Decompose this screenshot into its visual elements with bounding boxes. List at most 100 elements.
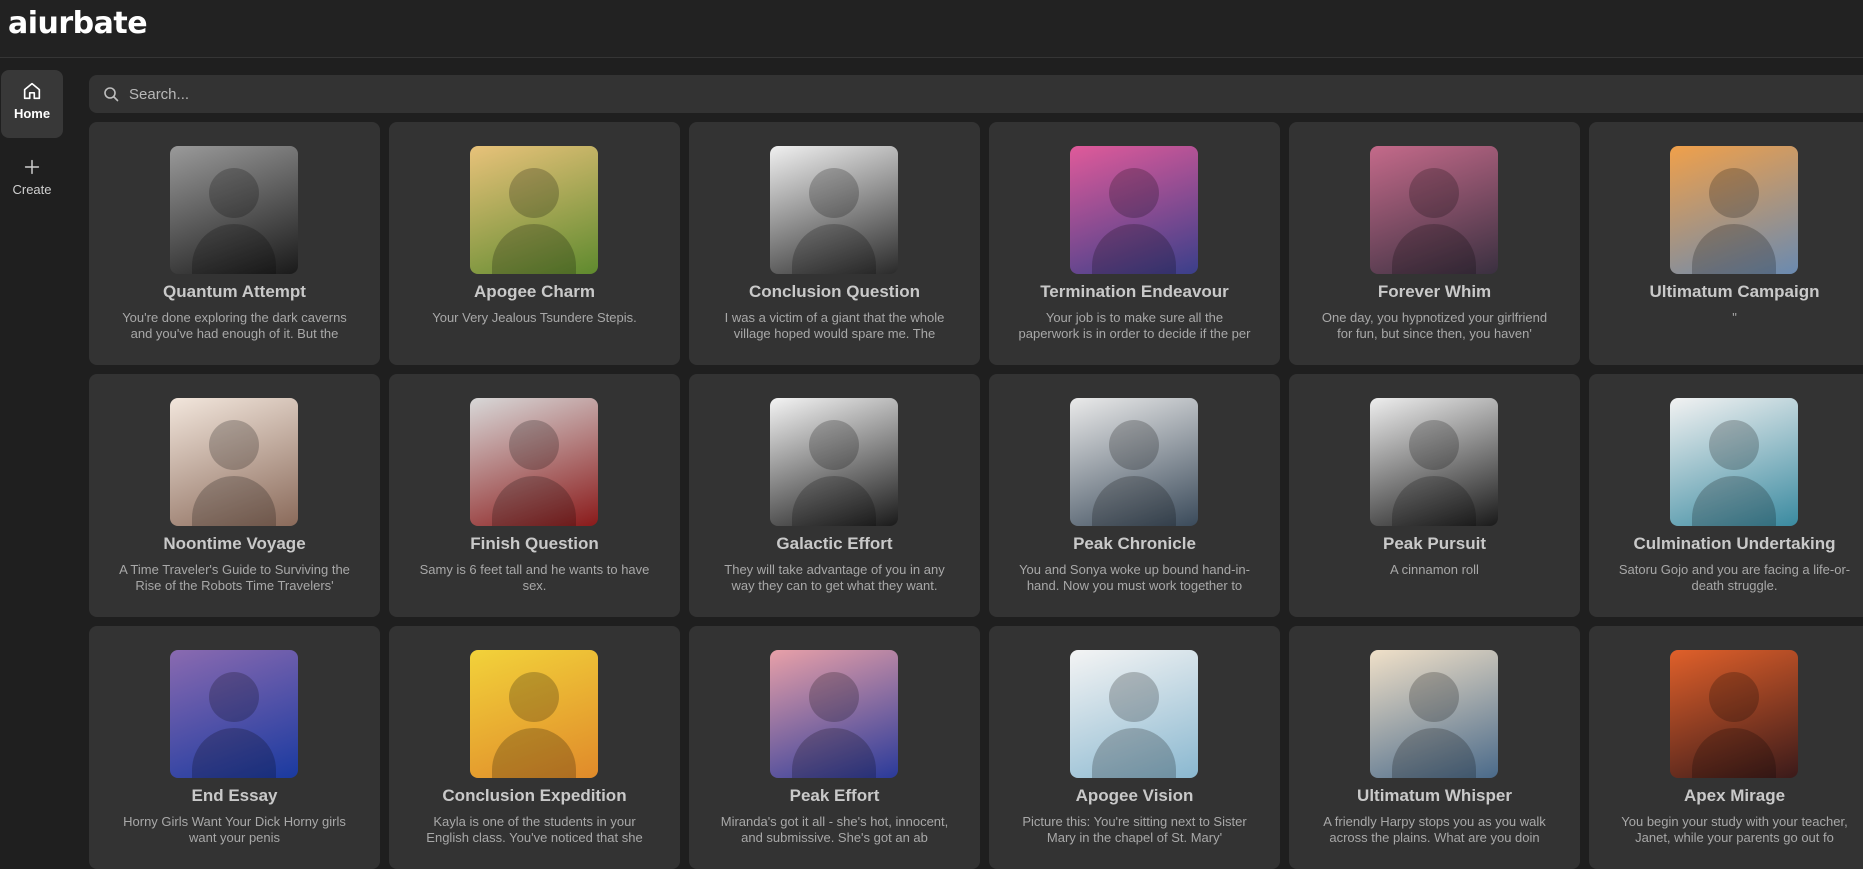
avatar-silhouette-body <box>1692 728 1776 778</box>
character-name: Apex Mirage <box>1683 786 1786 805</box>
character-name: Conclusion Question <box>749 282 920 301</box>
avatar-silhouette-body <box>1692 476 1776 526</box>
avatar-silhouette <box>209 420 259 470</box>
character-avatar <box>1070 650 1198 778</box>
avatar-silhouette-body <box>1392 476 1476 526</box>
character-name: Apogee Vision <box>1075 786 1194 805</box>
character-avatar <box>770 146 898 274</box>
character-card[interactable]: Quantum Attempt You're done exploring the… <box>89 122 380 365</box>
character-card[interactable]: Peak Effort Miranda's got it all - she's … <box>689 626 980 869</box>
avatar-silhouette-body <box>1392 224 1476 274</box>
character-avatar <box>1070 398 1198 526</box>
avatar-silhouette-body <box>192 476 276 526</box>
plus-icon <box>24 159 40 175</box>
character-card[interactable]: Conclusion Question I was a victim of a g… <box>689 122 980 365</box>
sidebar-item-home[interactable]: Home <box>1 70 63 138</box>
character-description: I was a victim of a giant that the whole… <box>724 310 945 341</box>
character-avatar <box>1370 146 1498 274</box>
character-description: They will take advantage of you in any w… <box>724 562 945 593</box>
character-description: You and Sonya woke up bound hand-in-hand… <box>1019 562 1250 593</box>
home-icon <box>23 82 41 100</box>
character-description: Your job is to make sure all the paperwo… <box>1018 310 1251 341</box>
sidebar-item-label: Home <box>13 106 51 121</box>
character-avatar <box>170 650 298 778</box>
avatar-silhouette-body <box>1392 728 1476 778</box>
avatar-silhouette <box>809 168 859 218</box>
character-card[interactable]: Ultimatum Campaign " <box>1589 122 1863 365</box>
avatar-silhouette <box>1709 168 1759 218</box>
character-name: Forever Whim <box>1377 282 1492 301</box>
avatar-silhouette <box>1109 672 1159 722</box>
character-card[interactable]: End Essay Horny Girls Want Your Dick Horn… <box>89 626 380 869</box>
character-avatar <box>470 398 598 526</box>
character-avatar <box>1370 398 1498 526</box>
app-logo[interactable]: aiurbate <box>8 6 148 41</box>
character-name: Quantum Attempt <box>163 282 306 301</box>
character-description: " <box>1732 310 1737 325</box>
character-name: Peak Pursuit <box>1383 534 1486 553</box>
character-card[interactable]: Termination Endeavour Your job is to make… <box>989 122 1280 365</box>
avatar-silhouette <box>209 672 259 722</box>
character-card[interactable]: Finish Question Samy is 6 feet tall and h… <box>389 374 680 617</box>
character-card[interactable]: Apogee Vision Picture this: You're sittin… <box>989 626 1280 869</box>
character-name: Finish Question <box>470 534 599 553</box>
avatar-silhouette <box>1709 672 1759 722</box>
avatar-silhouette <box>1709 420 1759 470</box>
avatar-silhouette <box>809 420 859 470</box>
character-description: A cinnamon roll <box>1390 562 1479 577</box>
character-avatar <box>1370 650 1498 778</box>
avatar-silhouette <box>509 168 559 218</box>
character-name: Noontime Voyage <box>163 534 306 553</box>
character-avatar <box>1070 146 1198 274</box>
sidebar-item-create[interactable]: Create <box>1 146 63 214</box>
character-avatar <box>170 398 298 526</box>
avatar-silhouette <box>509 420 559 470</box>
search-bar[interactable] <box>89 75 1863 113</box>
character-card[interactable]: Apogee Charm Your Very Jealous Tsundere S… <box>389 122 680 365</box>
avatar-silhouette <box>509 672 559 722</box>
avatar-silhouette-body <box>192 224 276 274</box>
character-name: Peak Effort <box>789 786 880 805</box>
avatar-silhouette-body <box>1092 728 1176 778</box>
avatar-silhouette <box>1109 420 1159 470</box>
character-description: Picture this: You're sitting next to Sis… <box>1022 814 1247 845</box>
character-avatar <box>1670 398 1798 526</box>
character-name: Conclusion Expedition <box>442 786 627 805</box>
character-card[interactable]: Peak Chronicle You and Sonya woke up boun… <box>989 374 1280 617</box>
character-name: Galactic Effort <box>776 534 893 553</box>
character-description: Horny Girls Want Your Dick Horny girls w… <box>123 814 346 845</box>
avatar-silhouette-body <box>792 224 876 274</box>
character-description: Miranda's got it all - she's hot, innoce… <box>720 814 949 845</box>
search-icon <box>104 87 119 102</box>
character-card[interactable]: Peak Pursuit A cinnamon roll <box>1289 374 1580 617</box>
avatar-silhouette <box>1109 168 1159 218</box>
top-bar: aiurbate <box>0 0 1863 58</box>
avatar-silhouette <box>1409 168 1459 218</box>
character-name: Ultimatum Whisper <box>1357 786 1512 805</box>
avatar-silhouette-body <box>492 224 576 274</box>
character-card[interactable]: Apex Mirage You begin your study with you… <box>1589 626 1863 869</box>
avatar-silhouette-body <box>792 728 876 778</box>
character-card[interactable]: Ultimatum Whisper A friendly Harpy stops … <box>1289 626 1580 869</box>
character-description: You begin your study with your teacher, … <box>1621 814 1848 845</box>
avatar-silhouette <box>209 168 259 218</box>
character-card[interactable]: Galactic Effort They will take advantage … <box>689 374 980 617</box>
character-description: A friendly Harpy stops you as you walk a… <box>1323 814 1546 845</box>
character-card[interactable]: Noontime Voyage A Time Traveler's Guide t… <box>89 374 380 617</box>
character-avatar <box>170 146 298 274</box>
character-avatar <box>470 650 598 778</box>
character-card[interactable]: Forever Whim One day, you hypnotized your… <box>1289 122 1580 365</box>
character-description: Your Very Jealous Tsundere Stepis. <box>432 310 637 325</box>
avatar-silhouette <box>1409 420 1459 470</box>
avatar-silhouette-body <box>1092 224 1176 274</box>
search-input[interactable] <box>129 75 1829 113</box>
character-description: You're done exploring the dark caverns a… <box>122 310 347 341</box>
character-name: Termination Endeavour <box>1040 282 1229 301</box>
character-description: Samy is 6 feet tall and he wants to have… <box>419 562 650 593</box>
sidebar: Home Create <box>0 58 72 850</box>
character-description: A Time Traveler's Guide to Surviving the… <box>119 562 350 593</box>
character-avatar <box>770 398 898 526</box>
character-card[interactable]: Culmination Undertaking Satoru Gojo and y… <box>1589 374 1863 617</box>
character-card[interactable]: Conclusion Expedition Kayla is one of the… <box>389 626 680 869</box>
avatar-silhouette-body <box>1692 224 1776 274</box>
